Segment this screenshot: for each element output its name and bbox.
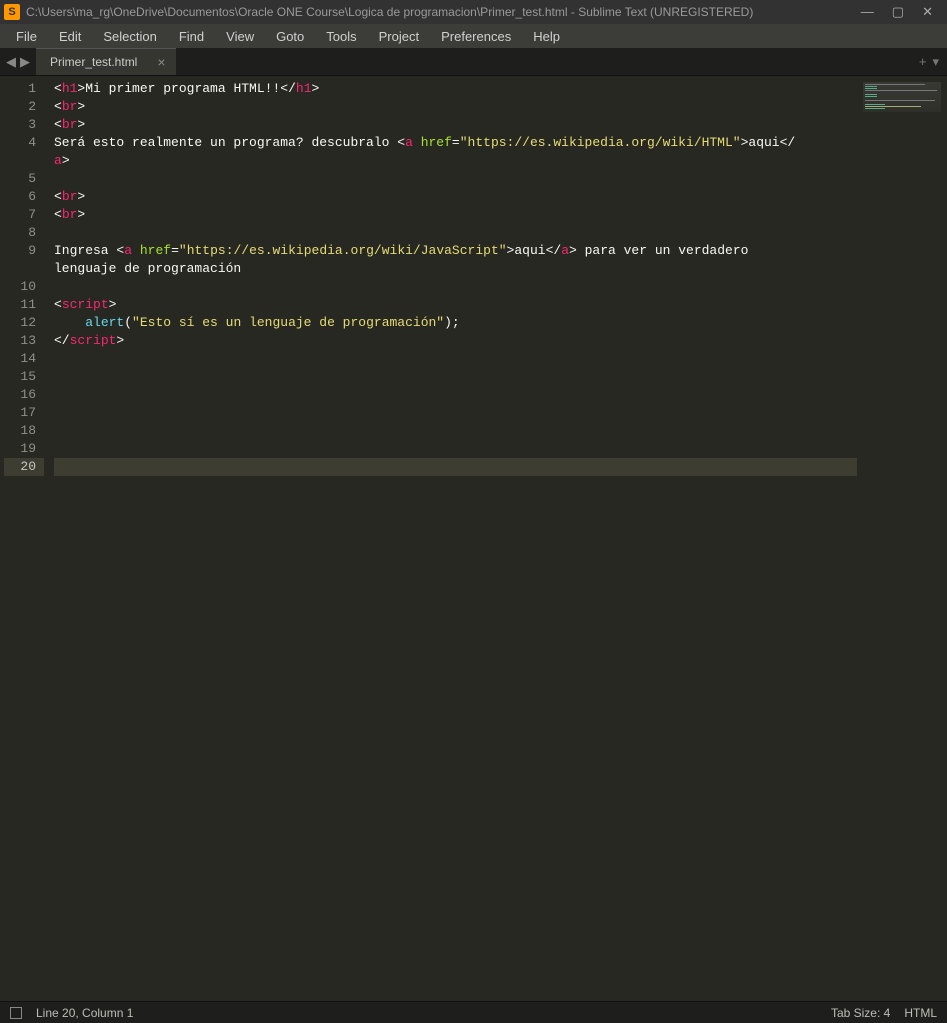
tab-label: Primer_test.html — [50, 55, 137, 69]
panel-switch-icon[interactable] — [10, 1007, 22, 1019]
tabbar: ◀ ▶ Primer_test.html × + ▾ — [0, 48, 947, 76]
menu-file[interactable]: File — [6, 27, 47, 46]
tab-close-icon[interactable]: × — [157, 54, 165, 70]
code-area[interactable]: <h1>Mi primer programa HTML!!</h1><br><b… — [44, 76, 857, 1001]
menu-view[interactable]: View — [216, 27, 264, 46]
status-syntax[interactable]: HTML — [904, 1006, 937, 1020]
menu-find[interactable]: Find — [169, 27, 214, 46]
menu-selection[interactable]: Selection — [93, 27, 166, 46]
statusbar: Line 20, Column 1 Tab Size: 4 HTML — [0, 1001, 947, 1023]
tab-nav-back-icon[interactable]: ◀ — [6, 54, 16, 70]
menu-tools[interactable]: Tools — [316, 27, 366, 46]
minimize-icon[interactable]: — — [861, 4, 874, 20]
tab-nav-arrows: ◀ ▶ — [0, 48, 36, 75]
window-controls: — ▢ ✕ — [861, 4, 943, 20]
minimap[interactable] — [857, 76, 947, 1001]
tab-dropdown-icon[interactable]: ▾ — [932, 54, 939, 70]
status-position[interactable]: Line 20, Column 1 — [36, 1006, 133, 1020]
menubar: File Edit Selection Find View Goto Tools… — [0, 24, 947, 48]
maximize-icon[interactable]: ▢ — [892, 4, 904, 20]
close-icon[interactable]: ✕ — [922, 4, 933, 20]
status-tabsize[interactable]: Tab Size: 4 — [831, 1006, 890, 1020]
gutter: 1234567891011121314151617181920 — [0, 76, 44, 1001]
menu-goto[interactable]: Goto — [266, 27, 314, 46]
tab-active[interactable]: Primer_test.html × — [36, 48, 176, 75]
menu-edit[interactable]: Edit — [49, 27, 91, 46]
editor[interactable]: 1234567891011121314151617181920 <h1>Mi p… — [0, 76, 947, 1001]
tab-nav-forward-icon[interactable]: ▶ — [20, 54, 30, 70]
menu-help[interactable]: Help — [523, 27, 570, 46]
new-tab-icon[interactable]: + — [919, 54, 927, 69]
titlebar: S C:\Users\ma_rg\OneDrive\Documentos\Ora… — [0, 0, 947, 24]
menu-preferences[interactable]: Preferences — [431, 27, 521, 46]
menu-project[interactable]: Project — [369, 27, 429, 46]
window-title: C:\Users\ma_rg\OneDrive\Documentos\Oracl… — [26, 5, 861, 19]
app-logo-icon: S — [4, 4, 20, 20]
